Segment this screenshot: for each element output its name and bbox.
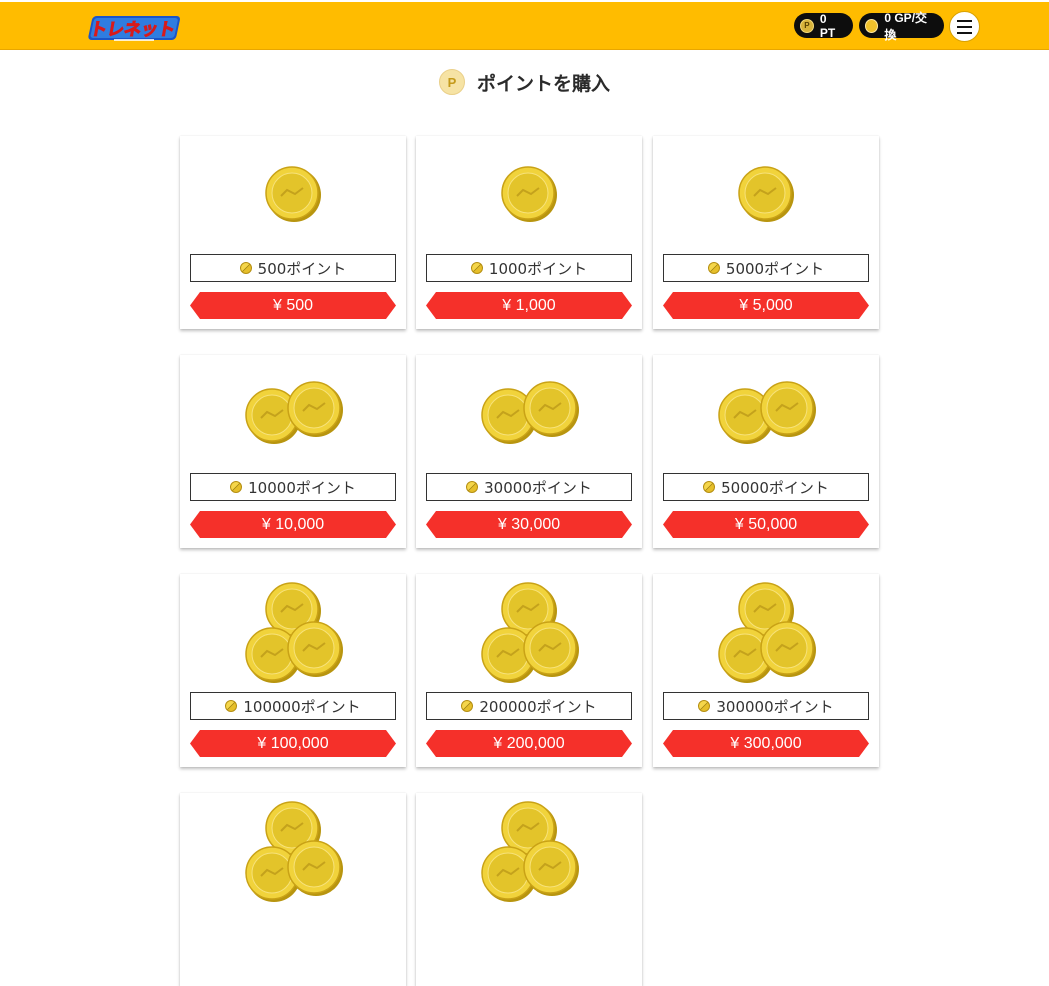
small-coin-icon	[470, 262, 483, 274]
coin-illustration	[718, 381, 816, 444]
package-price-button[interactable]: ¥ 500	[190, 292, 396, 319]
package-points-text: 5000ポイント	[725, 259, 825, 278]
package-price-button[interactable]: ¥ 5,000	[663, 292, 869, 319]
gold-coin-icon	[738, 166, 794, 222]
gold-coin-icon	[265, 166, 321, 222]
package-price-button[interactable]: ¥ 100,000	[190, 730, 396, 757]
package-price-button[interactable]: ¥ 30,000	[426, 511, 632, 538]
small-coin-icon	[707, 262, 720, 274]
coin-illustration	[245, 381, 343, 444]
coin-illustration	[501, 166, 557, 222]
package-points-label: 5000ポイント	[663, 254, 869, 282]
small-coin-icon	[230, 481, 243, 493]
small-coin-icon	[703, 481, 716, 493]
small-coin-icon	[698, 700, 711, 712]
point-package-card[interactable]: 500ポイント ¥ 500	[180, 136, 406, 329]
package-price-button[interactable]: ¥ 1,000	[426, 292, 632, 319]
package-points-label: 200000ポイント	[426, 692, 632, 720]
point-package-card[interactable]: 300000ポイント ¥ 300,000	[653, 574, 879, 767]
point-package-card[interactable]	[180, 793, 406, 986]
package-points-label: 10000ポイント	[190, 473, 396, 501]
package-points-label: 30000ポイント	[426, 473, 632, 501]
small-coin-icon	[461, 700, 474, 712]
small-coin-icon	[225, 700, 238, 712]
coin-illustration	[738, 166, 794, 222]
package-points-label: 1000ポイント	[426, 254, 632, 282]
small-coin-icon	[239, 262, 252, 274]
package-grid: 500ポイント ¥ 500 1000ポイント ¥ 1,000 5000ポイント ¥ 5,0…	[0, 0, 1049, 986]
gold-coin-icon	[501, 166, 557, 222]
package-points-text: 500ポイント	[257, 259, 347, 278]
package-points-label: 300000ポイント	[663, 692, 869, 720]
point-package-card[interactable]: 30000ポイント ¥ 30,000	[416, 355, 642, 548]
point-package-card[interactable]: 1000ポイント ¥ 1,000	[416, 136, 642, 329]
small-coin-icon	[466, 481, 479, 493]
package-price-button[interactable]: ¥ 300,000	[663, 730, 869, 757]
point-package-card[interactable]: 50000ポイント ¥ 50,000	[653, 355, 879, 548]
coin-illustration	[481, 582, 579, 683]
point-package-card[interactable]: 100000ポイント ¥ 100,000	[180, 574, 406, 767]
package-points-label: 500ポイント	[190, 254, 396, 282]
package-points-text: 30000ポイント	[484, 478, 592, 497]
package-price-button[interactable]: ¥ 200,000	[426, 730, 632, 757]
coin-illustration	[481, 801, 579, 902]
coin-illustration	[718, 582, 816, 683]
package-points-label: 100000ポイント	[190, 692, 396, 720]
package-price-button[interactable]: ¥ 50,000	[663, 511, 869, 538]
point-package-card[interactable]: 200000ポイント ¥ 200,000	[416, 574, 642, 767]
coin-illustration	[481, 381, 579, 444]
package-points-text: 1000ポイント	[488, 259, 588, 278]
package-points-text: 50000ポイント	[721, 478, 829, 497]
package-points-text: 200000ポイント	[479, 697, 597, 716]
package-points-text: 100000ポイント	[243, 697, 361, 716]
package-points-label: 50000ポイント	[663, 473, 869, 501]
package-points-text: 300000ポイント	[716, 697, 834, 716]
coin-illustration	[245, 582, 343, 683]
point-package-card[interactable]: 10000ポイント ¥ 10,000	[180, 355, 406, 548]
coin-illustration	[245, 801, 343, 902]
point-package-card[interactable]	[416, 793, 642, 986]
point-package-card[interactable]: 5000ポイント ¥ 5,000	[653, 136, 879, 329]
coin-illustration	[265, 166, 321, 222]
package-points-text: 10000ポイント	[248, 478, 356, 497]
package-price-button[interactable]: ¥ 10,000	[190, 511, 396, 538]
